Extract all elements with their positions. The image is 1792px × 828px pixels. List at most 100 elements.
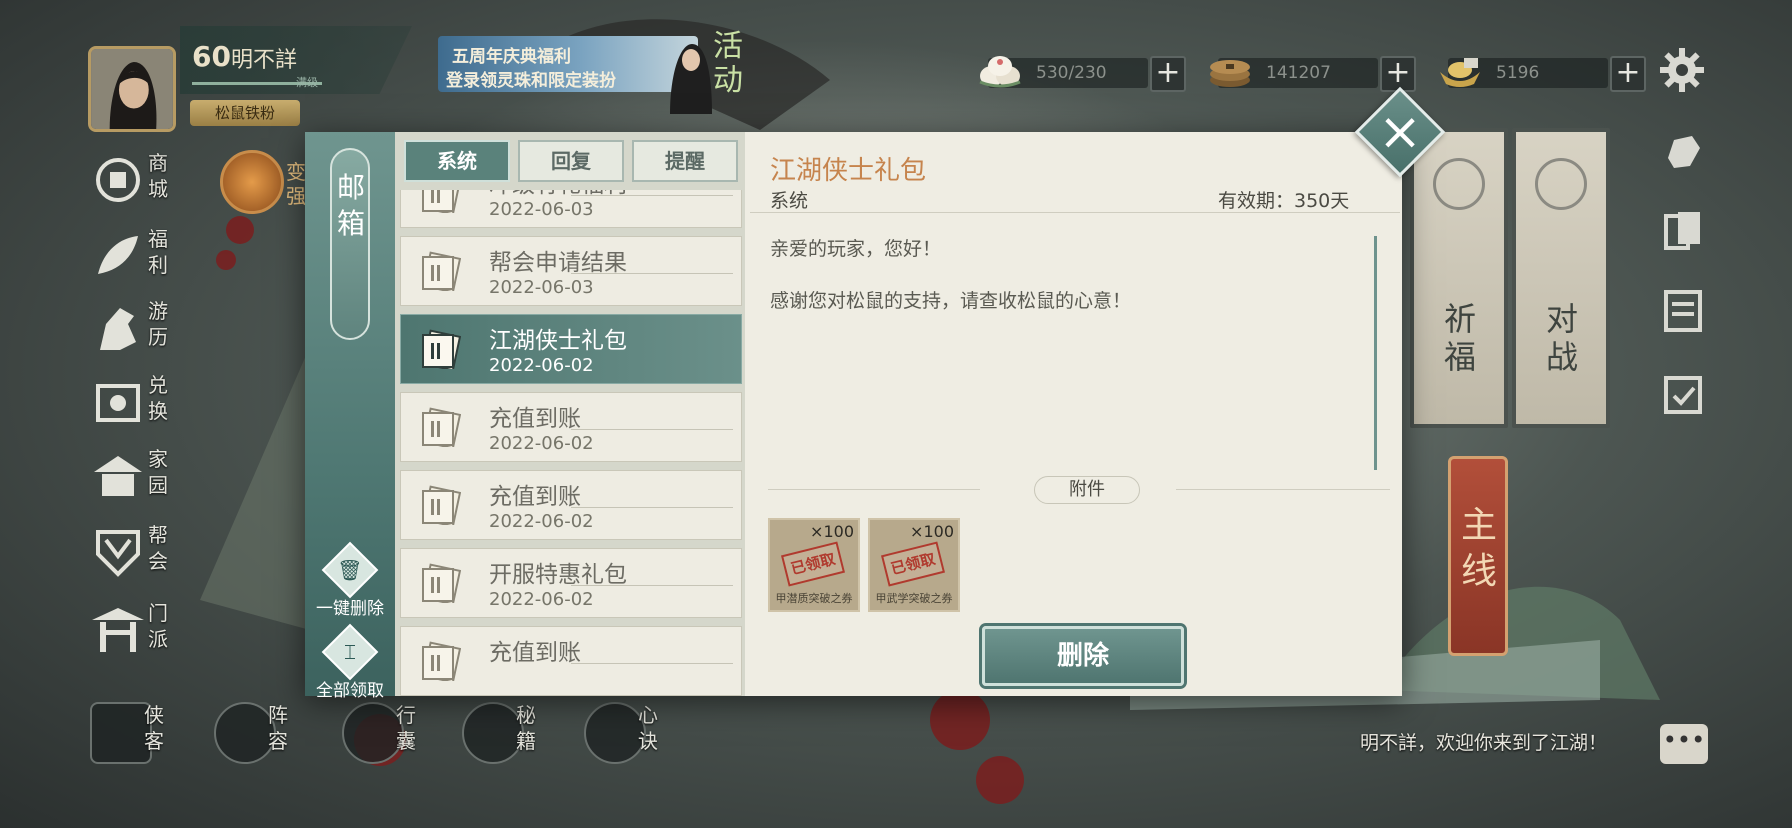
tab-reply[interactable]: 回复 [518, 140, 624, 182]
mail-item[interactable]: 充值到账 2022-06-02 [400, 470, 742, 540]
mail-item[interactable]: 冲级有礼福利 2022-06-03 [400, 190, 742, 228]
mail-list[interactable]: 冲级有礼福利 2022-06-03 帮会申请结果 2022-06-03 江湖侠士… [400, 190, 742, 696]
envelope-icon [422, 251, 461, 291]
mail-divider [571, 663, 733, 664]
nav-sect[interactable]: 门派 [90, 600, 180, 660]
mail-divider [571, 195, 733, 196]
mail-title: 帮会申请结果 [489, 250, 627, 276]
delete-mail-button[interactable]: 删除 [982, 626, 1184, 686]
claim-all-button[interactable]: ⌶ 全部领取 [305, 623, 395, 701]
mail-item[interactable]: 帮会申请结果 2022-06-03 [400, 236, 742, 306]
chat-bubble-icon[interactable]: ••• [1660, 724, 1708, 764]
gift-flower-icon [98, 236, 138, 274]
mail-item[interactable]: 充值到账 [400, 626, 742, 696]
nav-formation-label: 阵容 [268, 703, 288, 753]
become-stronger-char1: 变 [286, 160, 306, 184]
detail-divider [750, 212, 1400, 213]
scroll-battle[interactable]: 对战 [1512, 128, 1610, 428]
become-stronger-icon[interactable] [220, 150, 284, 214]
become-stronger-char2: 强 [286, 184, 306, 208]
attachment-item[interactable]: ×100 已领取 甲潜质突破之券 [768, 518, 860, 612]
mail-detail-body: 亲爱的玩家，您好！ 感谢您对松鼠的支持，请查收松鼠的心意！ [770, 234, 1370, 338]
mail-date: 2022-06-02 [489, 433, 594, 454]
avatar-portrait-icon [91, 49, 173, 129]
nav-shop[interactable]: 商城 [90, 150, 180, 210]
add-copper-button[interactable]: + [1380, 56, 1416, 92]
mailbox-title: 邮箱 [336, 171, 365, 240]
player-title-badge[interactable]: 松鼠铁粉 [190, 100, 300, 126]
attachments-divider-left [768, 489, 980, 490]
add-gold-button[interactable]: + [1610, 56, 1646, 92]
nav-home-label: 家园 [148, 447, 168, 497]
nav-exchange[interactable]: 兑换 [90, 372, 180, 432]
bag-icon [342, 702, 404, 764]
mail-detail-title: 江湖侠士礼包 [770, 156, 927, 186]
nav-guild[interactable]: 帮会 [90, 522, 180, 582]
nav-shop-label: 商城 [148, 151, 168, 201]
nav-guild-label: 帮会 [148, 523, 168, 573]
gold-ingot-icon [1440, 58, 1480, 87]
mail-item-selected[interactable]: 江湖侠士礼包 2022-06-02 [400, 314, 742, 384]
scroll-pray[interactable]: 祈福 [1410, 128, 1508, 428]
ranking-board-icon[interactable] [1660, 288, 1706, 334]
nav-welfare-label: 福利 [148, 227, 168, 277]
attachments-label: 附件 [1034, 476, 1140, 504]
envelope-icon [422, 563, 461, 603]
claimed-stamp: 已领取 [880, 541, 946, 587]
tab-system[interactable]: 系统 [404, 140, 510, 182]
stamina-buns-icon [979, 56, 1021, 88]
attachment-item[interactable]: ×100 已领取 甲武学突破之券 [868, 518, 960, 612]
settings-gear-icon[interactable] [1658, 46, 1706, 94]
delete-all-button[interactable]: 🗑 一键删除 [305, 541, 395, 619]
nav-welfare[interactable]: 福利 [90, 226, 180, 286]
nav-formation[interactable]: 阵容 [214, 702, 304, 770]
player-name: 明不詳 [231, 48, 298, 73]
attachment-name: 甲潜质突破之券 [775, 592, 853, 605]
mail-date: 2022-06-03 [489, 277, 594, 298]
nav-exchange-label: 兑换 [148, 373, 168, 423]
add-stamina-button[interactable]: + [1150, 56, 1186, 92]
envelope-open-icon [422, 329, 461, 369]
player-level: 60 [192, 40, 231, 73]
close-icon[interactable]: × [1374, 104, 1426, 160]
nav-bag-label: 行囊 [396, 703, 416, 753]
fist-icon[interactable] [1660, 128, 1706, 174]
envelope-icon [422, 485, 461, 525]
detail-scrollbar[interactable] [1374, 236, 1377, 470]
nav-travel[interactable]: 游历 [90, 298, 180, 358]
nav-bag[interactable]: 行囊 [342, 702, 432, 770]
home-pavilion-icon [94, 456, 142, 496]
attachment-name: 甲武学突破之券 [875, 592, 953, 605]
exp-label: 满级 [296, 76, 318, 89]
nav-manual[interactable]: 秘籍 [462, 702, 552, 770]
mail-divider [571, 273, 733, 274]
guild-shield-icon [96, 530, 140, 577]
cards-icon[interactable] [1660, 208, 1706, 254]
exchange-icon [96, 384, 140, 422]
crossed-swords-icon [1535, 158, 1587, 210]
claim-scroll-icon: ⌶ [321, 623, 379, 681]
nav-mind[interactable]: 心诀 [584, 702, 674, 770]
event-banner-line1: 五周年庆典福利 [452, 47, 571, 67]
nav-sect-label: 门派 [148, 601, 168, 651]
nav-manual-label: 秘籍 [516, 703, 536, 753]
mail-title: 充值到账 [489, 406, 581, 432]
pray-orb-icon [1433, 158, 1485, 210]
mail-title: 江湖侠士礼包 [489, 328, 627, 354]
nav-home[interactable]: 家园 [90, 446, 180, 506]
mail-detail-sender: 系统 [770, 190, 809, 212]
mail-item[interactable]: 充值到账 2022-06-02 [400, 392, 742, 462]
scroll-pray-label: 祈福 [1444, 300, 1477, 376]
mail-date: 2022-06-02 [489, 589, 594, 610]
trash-icon: 🗑 [321, 541, 379, 599]
mail-date: 2022-06-03 [489, 199, 594, 220]
checkin-calendar-icon[interactable] [1660, 370, 1706, 416]
tab-reminder[interactable]: 提醒 [632, 140, 738, 182]
nav-hero[interactable]: 侠客 [90, 702, 180, 770]
main-quest-button[interactable]: 主线 [1448, 456, 1508, 656]
flame-icon [584, 702, 646, 764]
event-activity-tag[interactable]: 活动 [708, 30, 748, 98]
player-avatar[interactable] [88, 46, 176, 132]
mail-item[interactable]: 开服特惠礼包 2022-06-02 [400, 548, 742, 618]
horse-icon [100, 308, 136, 350]
